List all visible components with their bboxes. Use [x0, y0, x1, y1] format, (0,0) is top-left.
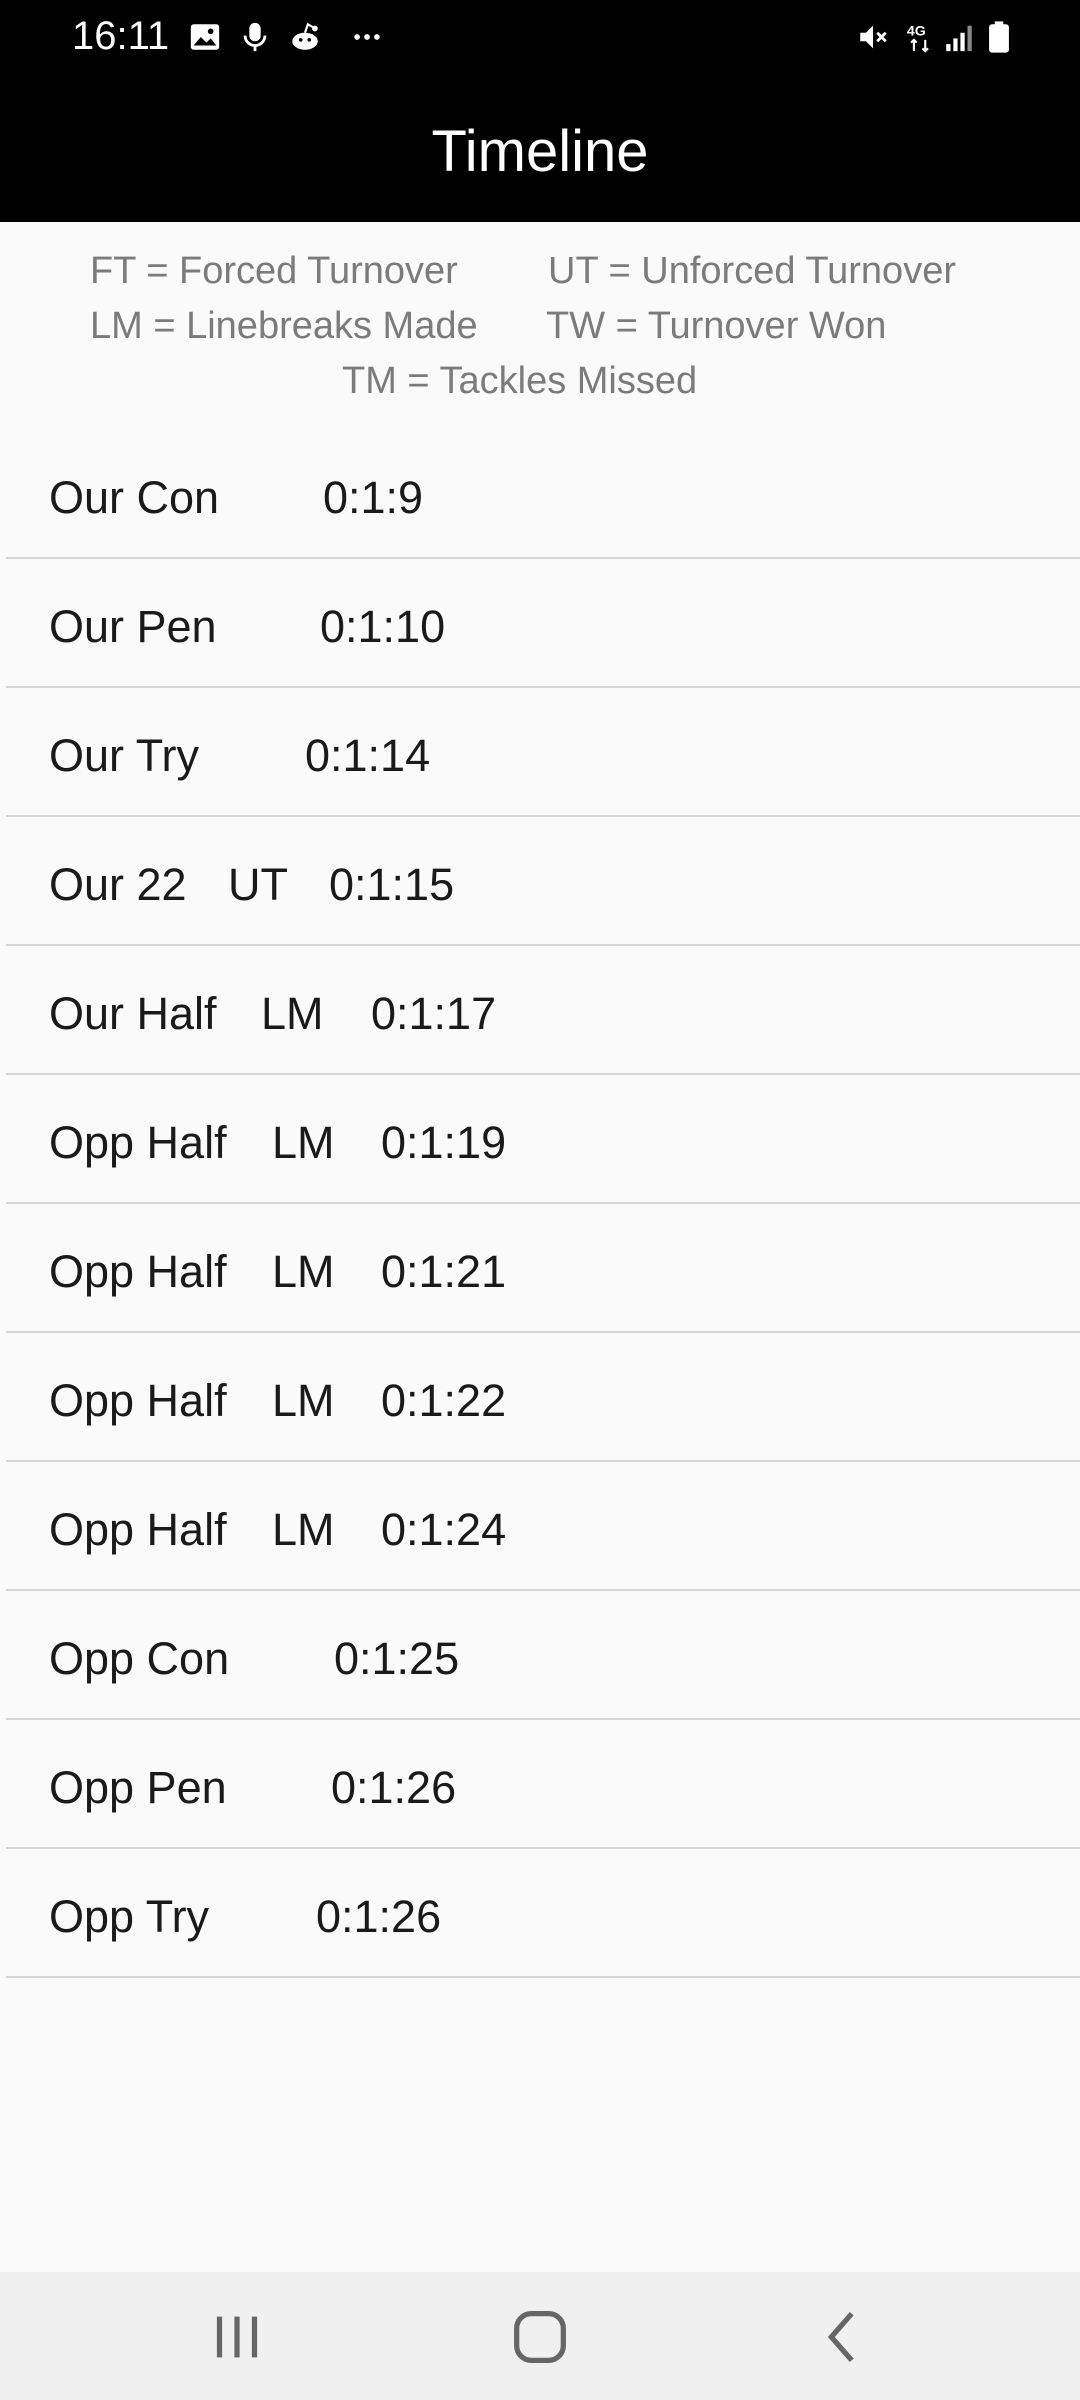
legend: FT = Forced Turnover UT = Unforced Turno…: [0, 222, 1080, 422]
gallery-icon: [188, 20, 222, 54]
row-time: 0:1:22: [381, 1375, 507, 1426]
row-code: LM: [261, 988, 324, 1039]
svg-text:4G: 4G: [907, 24, 926, 40]
row-code: LM: [272, 1375, 335, 1426]
row-zone: Opp Half: [49, 1375, 227, 1426]
row-zone: Our Try: [49, 730, 200, 781]
row-time: 0:1:15: [329, 859, 455, 910]
row-zone: Opp Pen: [49, 1762, 227, 1813]
recent-apps-icon[interactable]: [202, 2302, 272, 2372]
network-4g-icon: 4G: [904, 20, 938, 54]
row-zone: Opp Half: [49, 1246, 227, 1297]
row-time: 0:1:26: [331, 1762, 457, 1813]
navigation-bar: [0, 2272, 1080, 2400]
reddit-icon: [288, 20, 322, 54]
row-zone: Opp Try: [49, 1891, 210, 1942]
list-item[interactable]: Opp Half LM 0:1:21: [6, 1204, 1080, 1333]
list-item[interactable]: Opp Pen 0:1:26: [6, 1720, 1080, 1849]
list-item[interactable]: Opp Try 0:1:26: [6, 1849, 1080, 1978]
row-code: LM: [272, 1117, 335, 1168]
row-code: LM: [272, 1246, 335, 1297]
row-time: 0:1:19: [381, 1117, 507, 1168]
legend-ft: FT = Forced Turnover: [90, 250, 458, 292]
home-icon[interactable]: [505, 2302, 575, 2372]
list-item[interactable]: Opp Con 0:1:25: [6, 1591, 1080, 1720]
status-time: 16:11: [72, 14, 170, 58]
mute-icon: [856, 20, 890, 54]
row-time: 0:1:24: [381, 1504, 507, 1555]
list-item[interactable]: Our Con 0:1:9: [6, 430, 1080, 559]
row-time: 0:1:26: [316, 1891, 442, 1942]
row-time: 0:1:9: [323, 472, 424, 523]
legend-tw: TW = Turnover Won: [546, 305, 887, 347]
list-item[interactable]: Our Pen 0:1:10: [6, 559, 1080, 688]
timeline-list: Our Con 0:1:9 Our Pen 0:1:10 Our Try 0:1…: [6, 430, 1080, 1978]
more-dots-icon: [350, 20, 384, 54]
row-zone: Our 22: [49, 859, 187, 910]
row-zone: Opp Half: [49, 1504, 227, 1555]
legend-ut: UT = Unforced Turnover: [548, 250, 956, 292]
row-time: 0:1:25: [334, 1633, 460, 1684]
back-icon[interactable]: [808, 2302, 878, 2372]
row-time: 0:1:14: [305, 730, 431, 781]
signal-icon: [942, 20, 976, 54]
microphone-icon: [238, 20, 272, 54]
row-time: 0:1:21: [381, 1246, 507, 1297]
row-zone: Our Half: [49, 988, 217, 1039]
list-item[interactable]: Our Half LM 0:1:17: [6, 946, 1080, 1075]
legend-lm: LM = Linebreaks Made: [90, 305, 478, 347]
list-item[interactable]: Our Try 0:1:14: [6, 688, 1080, 817]
row-zone: Our Con: [49, 472, 220, 523]
list-item[interactable]: Opp Half LM 0:1:19: [6, 1075, 1080, 1204]
status-bar: 16:11 4G: [0, 0, 1080, 76]
row-time: 0:1:17: [371, 988, 497, 1039]
app-bar: Timeline: [0, 76, 1080, 222]
row-time: 0:1:10: [320, 601, 446, 652]
page-title: Timeline: [431, 119, 649, 184]
row-zone: Opp Half: [49, 1117, 227, 1168]
list-item[interactable]: Our 22 UT 0:1:15: [6, 817, 1080, 946]
list-item[interactable]: Opp Half LM 0:1:22: [6, 1333, 1080, 1462]
row-code: UT: [228, 859, 288, 910]
row-zone: Opp Con: [49, 1633, 230, 1684]
row-zone: Our Pen: [49, 601, 217, 652]
battery-icon: [982, 20, 1016, 54]
legend-tm: TM = Tackles Missed: [342, 360, 698, 402]
row-code: LM: [272, 1504, 335, 1555]
list-item[interactable]: Opp Half LM 0:1:24: [6, 1462, 1080, 1591]
